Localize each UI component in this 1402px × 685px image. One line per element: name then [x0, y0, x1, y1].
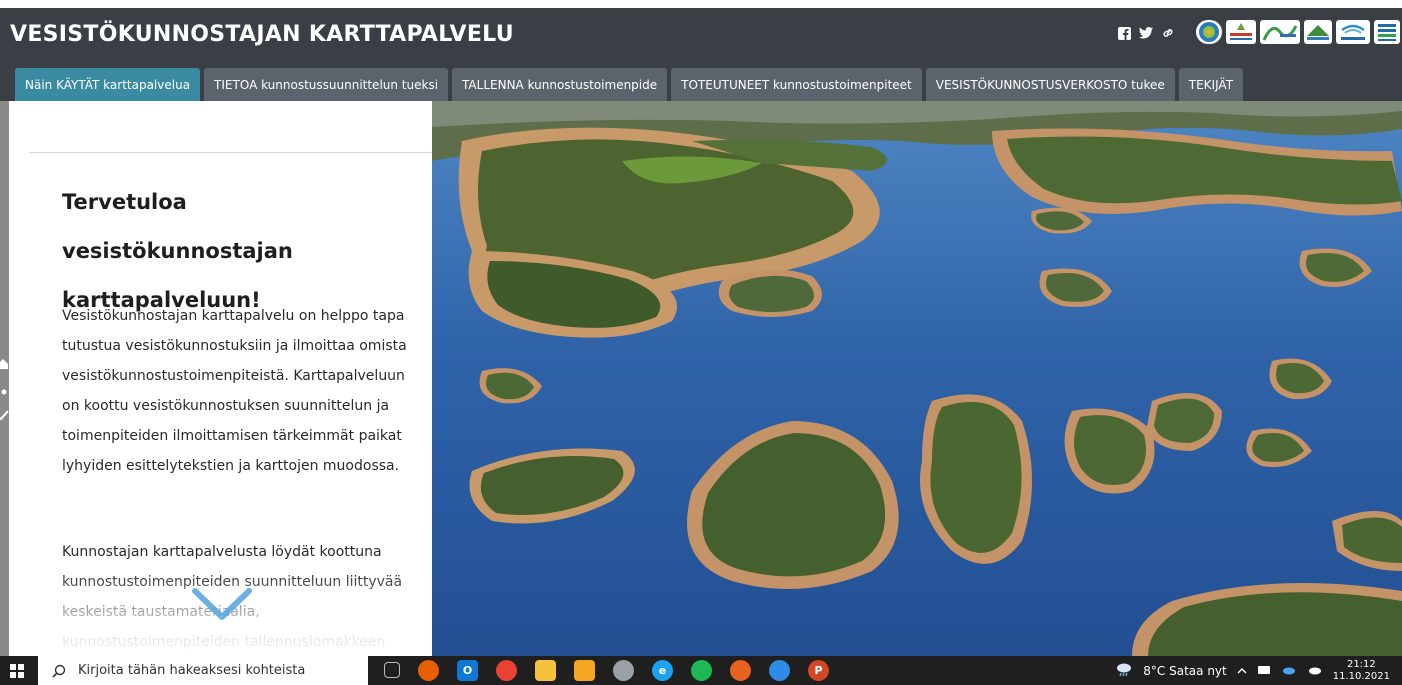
- chrome-icon[interactable]: [496, 660, 517, 681]
- weather-icon[interactable]: [1115, 661, 1133, 680]
- firefox-icon[interactable]: [418, 660, 439, 681]
- app-icon[interactable]: [613, 660, 634, 681]
- taskbar-search-placeholder: Kirjoita tähän hakeaksesi kohteista: [78, 663, 306, 678]
- logo-1[interactable]: [1196, 20, 1222, 44]
- tab-tallenna[interactable]: TALLENNA kunnostustoimenpide: [452, 68, 668, 101]
- left-side-strip: [0, 101, 9, 656]
- tab-tietoa[interactable]: TIETOA kunnostussuunnittelun tueksi: [204, 68, 449, 101]
- origin-icon[interactable]: [730, 660, 751, 681]
- partner-logos: [1196, 20, 1402, 44]
- taskbar-search-box[interactable]: Kirjoita tähän hakeaksesi kohteista: [38, 656, 368, 685]
- onedrive-icon[interactable]: [1307, 664, 1323, 678]
- powerpoint-icon[interactable]: P: [808, 660, 829, 681]
- twitter-icon[interactable]: [1139, 27, 1153, 43]
- facebook-icon[interactable]: [1118, 26, 1131, 44]
- logo-syke[interactable]: [1336, 20, 1370, 44]
- main-tabs: Näin KÄYTÄT karttapalvelua TIETOA kunnos…: [15, 68, 1244, 101]
- social-links: [1118, 26, 1175, 44]
- home-icon[interactable]: [0, 358, 8, 373]
- app-blue-icon[interactable]: [769, 660, 790, 681]
- spotify-icon[interactable]: [691, 660, 712, 681]
- scroll-down-chevron-icon[interactable]: [191, 587, 253, 621]
- tab-tekijat[interactable]: TEKIJÄT: [1178, 68, 1244, 101]
- intro-panel: Tervetuloa vesistökunnostajan karttapalv…: [29, 101, 432, 656]
- clock-time: 21:12: [1346, 658, 1376, 670]
- hero-aerial-photo: [432, 101, 1402, 656]
- clock-date: 11.10.2021: [1332, 670, 1390, 682]
- link-icon[interactable]: [1161, 26, 1175, 44]
- logo-4[interactable]: [1304, 20, 1332, 44]
- windows-start-icon[interactable]: [10, 664, 24, 678]
- file-explorer-icon[interactable]: [535, 660, 556, 681]
- system-tray: 8°C Sataa nyt 21:12 11.10.2021: [1115, 656, 1390, 685]
- sticky-notes-icon[interactable]: [574, 660, 595, 681]
- tab-toteutuneet[interactable]: TOTEUTUNEET kunnostustoimenpiteet: [671, 68, 922, 101]
- search-icon: [52, 664, 66, 678]
- app-header: VESISTÖKUNNOSTAJAN KARTTAPALVELU Näin KÄ…: [0, 0, 1402, 101]
- message-icon[interactable]: [1257, 664, 1271, 678]
- tab-verkosto[interactable]: VESISTÖKUNNOSTUSVERKOSTO tukee: [925, 68, 1175, 101]
- internet-explorer-icon[interactable]: e: [652, 660, 673, 681]
- windows-taskbar: Kirjoita tähän hakeaksesi kohteista O e …: [0, 656, 1402, 685]
- logo-2[interactable]: [1226, 20, 1256, 44]
- weather-text[interactable]: 8°C Sataa nyt: [1143, 664, 1226, 678]
- chevron-up-icon[interactable]: [1237, 664, 1247, 678]
- taskbar-pinned-apps: O e P: [384, 660, 829, 681]
- tab-nain-kaytat[interactable]: Näin KÄYTÄT karttapalvelua: [15, 68, 201, 101]
- cloud-icon[interactable]: [1281, 664, 1297, 678]
- panel-divider: [29, 152, 432, 153]
- logo-5[interactable]: [1374, 20, 1400, 44]
- app-title[interactable]: VESISTÖKUNNOSTAJAN KARTTAPALVELU: [10, 22, 514, 47]
- dot-icon: [1, 384, 7, 398]
- top-strip: [0, 0, 1402, 8]
- outlook-icon[interactable]: O: [457, 660, 478, 681]
- taskbar-clock[interactable]: 21:12 11.10.2021: [1333, 659, 1390, 683]
- task-view-icon[interactable]: [384, 662, 400, 678]
- check-icon[interactable]: [0, 409, 9, 424]
- logo-3[interactable]: [1260, 20, 1300, 44]
- intro-paragraph-1: Vesistökunnostajan karttapalvelu on help…: [62, 308, 407, 474]
